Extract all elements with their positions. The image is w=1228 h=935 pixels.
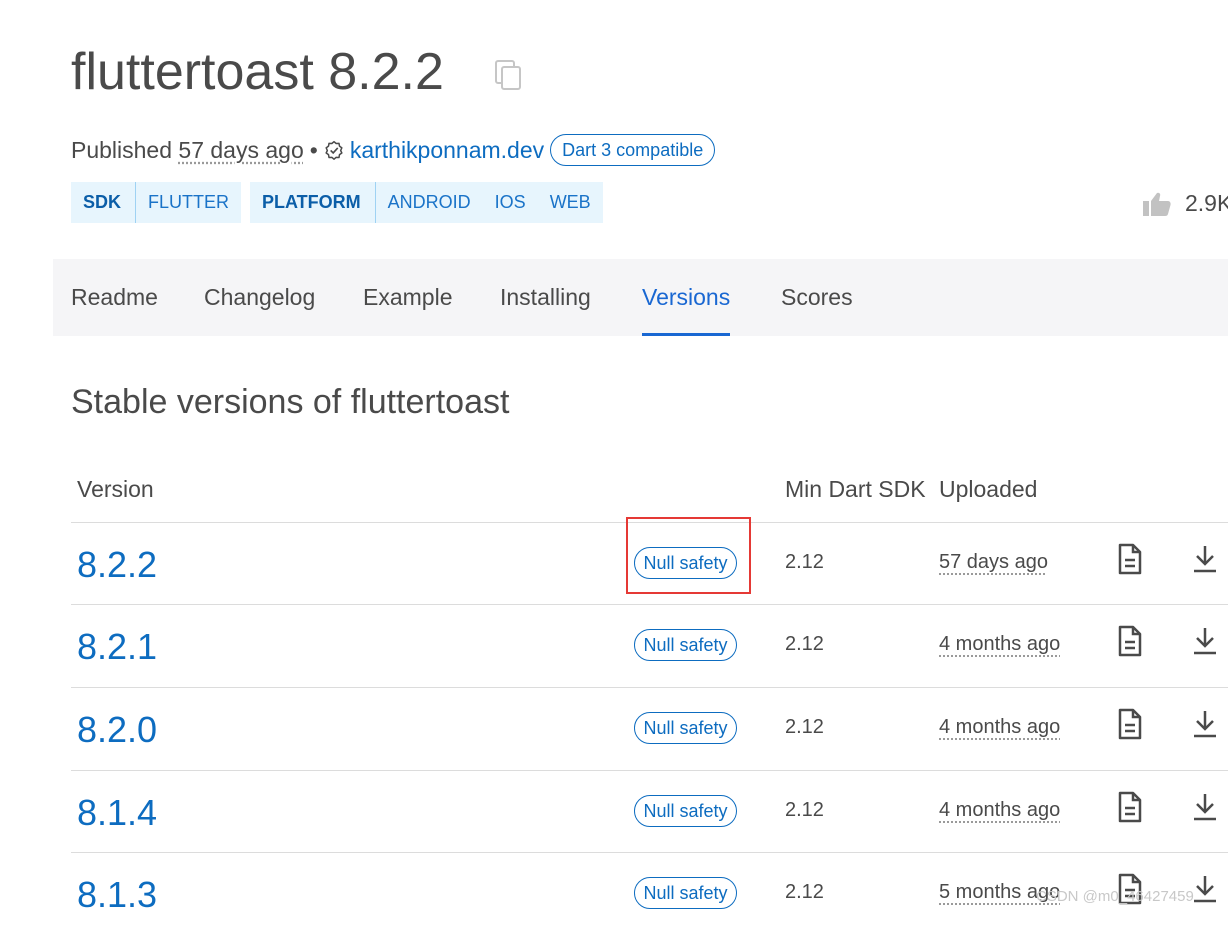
platform-tag-web[interactable]: WEB: [538, 182, 603, 223]
sdk-tag-label[interactable]: SDK: [71, 182, 137, 223]
platform-tags: PLATFORM ANDROID IOS WEB: [250, 182, 603, 223]
null-safety-badge[interactable]: Null safety: [634, 795, 737, 827]
version-link[interactable]: 8.1.3: [77, 873, 157, 917]
tab-scores[interactable]: Scores: [781, 259, 853, 336]
min-sdk-value: 2.12: [785, 799, 824, 821]
document-icon[interactable]: [1117, 543, 1143, 575]
publisher-link[interactable]: karthikponnam.dev: [350, 137, 544, 164]
column-header-min-sdk: Min Dart SDK: [785, 476, 926, 502]
column-header-uploaded: Uploaded: [939, 476, 1038, 502]
version-link[interactable]: 8.2.1: [77, 625, 157, 669]
table-row: 8.1.4 Null safety 2.12 4 months ago: [0, 771, 1228, 853]
watermark: CSDN @m0_46427459: [1036, 888, 1194, 905]
tab-example[interactable]: Example: [363, 259, 452, 336]
min-sdk-value: 2.12: [785, 716, 824, 738]
sdk-tag-flutter[interactable]: FLUTTER: [136, 182, 241, 223]
thumbs-up-icon: [1143, 192, 1171, 216]
min-sdk-value: 2.12: [785, 633, 824, 655]
version-link[interactable]: 8.2.0: [77, 708, 157, 752]
section-title: Stable versions of fluttertoast: [71, 383, 510, 421]
null-safety-badge[interactable]: Null safety: [634, 712, 737, 744]
likes-count: 2.9K: [1185, 190, 1228, 216]
table-row: 8.2.1 Null safety 2.12 4 months ago: [0, 605, 1228, 687]
page-title: fluttertoast 8.2.2: [71, 43, 444, 101]
version-link[interactable]: 8.1.4: [77, 791, 157, 835]
download-icon[interactable]: [1192, 626, 1218, 656]
table-row: 8.2.0 Null safety 2.12 4 months ago: [0, 688, 1228, 770]
platform-tag-ios[interactable]: IOS: [483, 182, 538, 223]
document-icon[interactable]: [1117, 791, 1143, 823]
tab-readme[interactable]: Readme: [71, 259, 158, 336]
platform-tag-android[interactable]: ANDROID: [376, 182, 483, 223]
download-icon[interactable]: [1192, 544, 1218, 574]
table-row: 8.2.2 Null safety 2.12 57 days ago: [0, 523, 1228, 605]
platform-tag-label[interactable]: PLATFORM: [250, 182, 376, 223]
column-header-version: Version: [77, 476, 154, 502]
tab-installing[interactable]: Installing: [500, 259, 591, 336]
download-icon[interactable]: [1192, 709, 1218, 739]
tab-versions[interactable]: Versions: [642, 259, 731, 336]
likes-counter[interactable]: 2.9K: [1143, 190, 1228, 217]
package-meta: Published 57 days ago • karthikponnam.dev…: [71, 132, 716, 168]
uploaded-date: 57 days ago: [939, 551, 1048, 573]
uploaded-date: 4 months ago: [939, 716, 1061, 738]
version-link[interactable]: 8.2.2: [77, 543, 157, 587]
null-safety-badge[interactable]: Null safety: [634, 877, 737, 909]
uploaded-date: 4 months ago: [939, 633, 1061, 655]
copy-icon[interactable]: [495, 60, 523, 92]
dart3-compatible-badge[interactable]: Dart 3 compatible: [550, 134, 716, 166]
published-date: 57 days ago: [178, 136, 304, 163]
tab-changelog[interactable]: Changelog: [204, 259, 315, 336]
tab-bar: Readme Changelog Example Installing Vers…: [53, 259, 1228, 336]
sdk-tags: SDK FLUTTER: [71, 182, 242, 223]
download-icon[interactable]: [1192, 874, 1218, 904]
min-sdk-value: 2.12: [785, 551, 824, 573]
published-label: Published: [71, 136, 173, 163]
null-safety-badge[interactable]: Null safety: [634, 629, 737, 661]
min-sdk-value: 2.12: [785, 881, 824, 903]
document-icon[interactable]: [1117, 708, 1143, 740]
annotation-highlight-box: [626, 517, 751, 594]
download-icon[interactable]: [1192, 792, 1218, 822]
uploaded-date: 4 months ago: [939, 799, 1061, 821]
verified-publisher-icon: [325, 140, 343, 160]
meta-separator: •: [309, 136, 318, 163]
document-icon[interactable]: [1117, 625, 1143, 657]
